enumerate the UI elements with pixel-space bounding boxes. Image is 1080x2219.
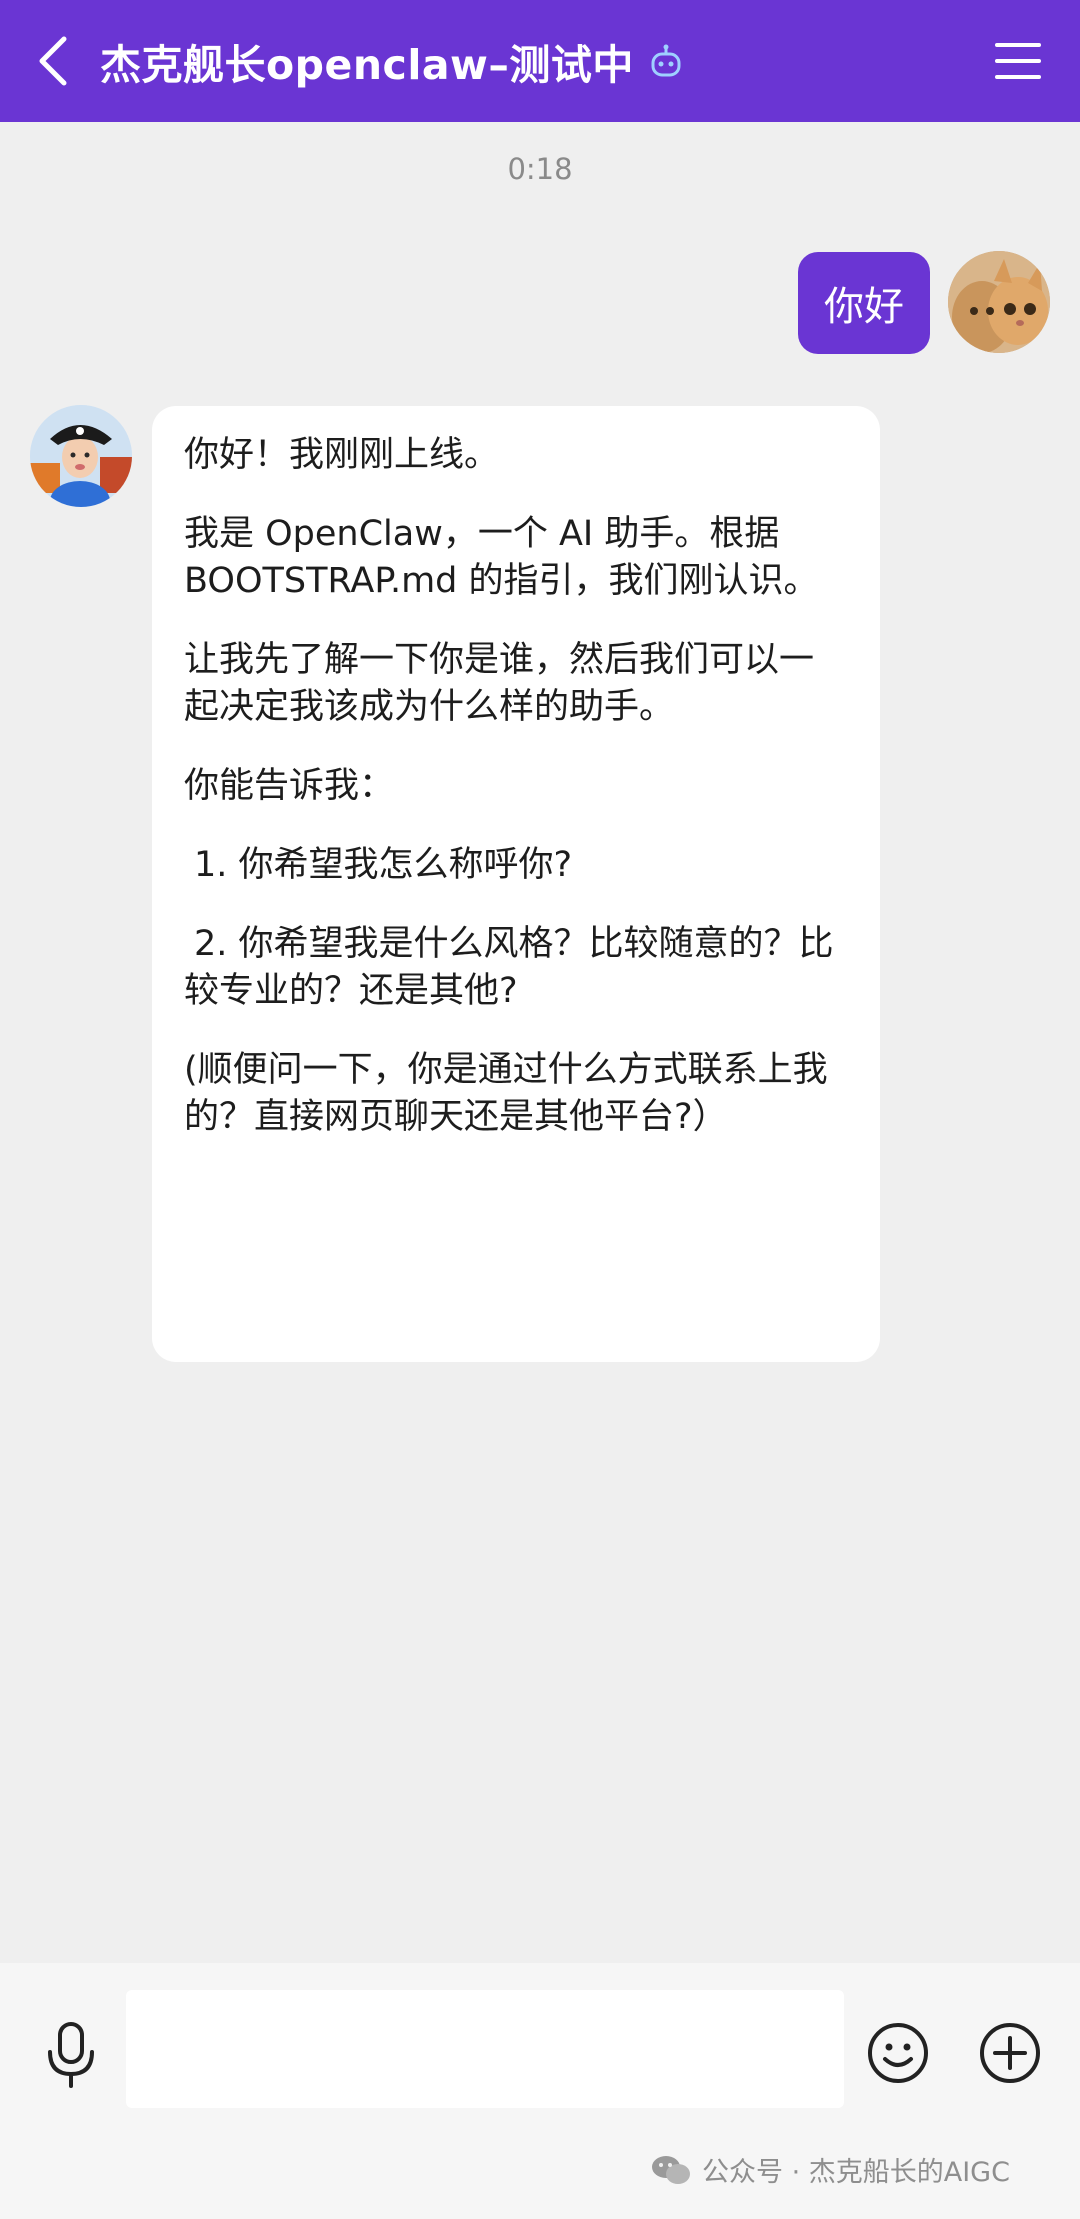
bot-closing-paragraph: (顺便问一下，你是通过什么方式联系上我的？直接网页聊天还是其他平台?） — [184, 1050, 828, 1137]
chat-title: 杰克舰长openclaw–测试中 — [100, 41, 634, 89]
plus-button[interactable] — [978, 2021, 1042, 2085]
user-avatar[interactable] — [948, 251, 1050, 353]
back-button[interactable] — [30, 31, 80, 91]
chat-header: 杰克舰长openclaw–测试中 — [0, 0, 1080, 122]
watermark: 公众号 · 杰克船长的AIGC — [650, 2150, 1010, 2189]
chevron-left-icon — [39, 36, 67, 86]
microphone-icon — [48, 2022, 94, 2088]
wechat-icon — [650, 2153, 692, 2187]
bot-list-item: 2. 你希望我是什么风格？比较随意的？比较专业的？还是其他? — [184, 924, 834, 1011]
microphone-button[interactable] — [44, 2020, 98, 2090]
plus-circle-icon — [980, 2023, 1040, 2083]
menu-button[interactable] — [994, 40, 1042, 82]
bot-paragraph: 让我先了解一下你是谁，然后我们可以一起决定我该成为什么样的助手。 — [184, 640, 815, 727]
emoji-button[interactable] — [866, 2021, 930, 2085]
hamburger-menu-icon — [995, 43, 1041, 79]
bot-list-item: 1. 你希望我怎么称呼你? — [194, 845, 573, 885]
bot-message-bubble[interactable]: 你好！我刚刚上线。 我是 OpenClaw，一个 AI 助手。根据 BOOTST… — [152, 406, 880, 1362]
message-timestamp: 0:18 — [507, 152, 573, 186]
bot-avatar[interactable] — [30, 405, 132, 507]
watermark-text: 公众号 · 杰克船长的AIGC — [702, 2157, 1010, 2188]
bot-paragraph: 你好！我刚刚上线。 — [184, 435, 500, 475]
title-wrap: 杰克舰长openclaw–测试中 — [100, 0, 684, 122]
user-message-bubble[interactable]: 你好 — [798, 252, 930, 354]
robot-icon — [648, 43, 684, 79]
emoji-icon — [868, 2023, 928, 2083]
bot-paragraph: 我是 OpenClaw，一个 AI 助手。根据 BOOTSTRAP.md 的指引… — [184, 514, 819, 601]
bot-paragraph: 你能告诉我： — [184, 766, 395, 806]
message-input[interactable] — [126, 1990, 844, 2108]
